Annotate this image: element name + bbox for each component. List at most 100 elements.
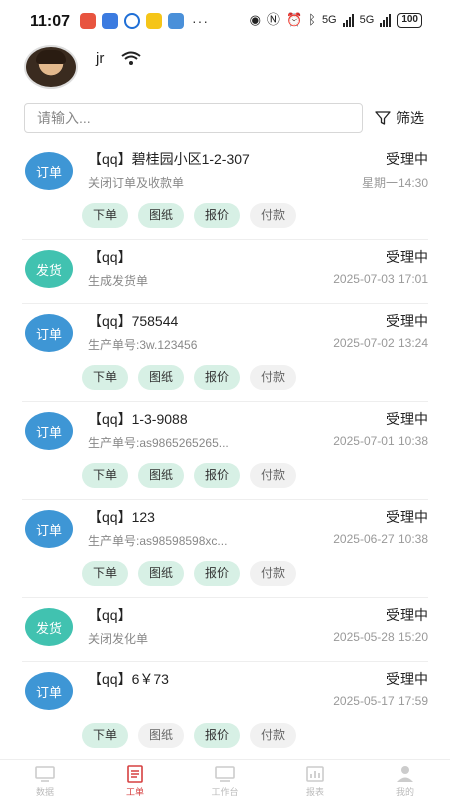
place-order-button[interactable]: 下单	[82, 561, 129, 586]
order-subtitle: 生成发货单	[88, 274, 149, 288]
order-subtitle: 生产单号:as9865265265...	[88, 436, 229, 450]
order-date: 2025-07-01 10:38	[333, 434, 428, 448]
order-item[interactable]: 发货 【qq】 受理中 关闭发化单 2025-05-28 15:20	[22, 598, 428, 662]
monitor-icon	[35, 766, 55, 782]
drawings-button[interactable]: 图纸	[138, 463, 185, 488]
chart-icon	[306, 766, 324, 782]
status-bar: 11:07 ··· ◉ Ⓝ ⏰ ᛒ 5G 5G 100	[0, 0, 450, 40]
place-order-button[interactable]: 下单	[82, 723, 129, 748]
tab-label: 我的	[395, 787, 414, 797]
order-item[interactable]: 订单 【qq】758544 受理中 生产单号:3w.123456 2025-07…	[22, 304, 428, 402]
order-status: 受理中	[386, 249, 428, 265]
bottom-tab-bar: 数据 工单 工作台 报表 我的	[0, 759, 450, 800]
tab-label: 工作台	[211, 787, 239, 797]
payment-button[interactable]: 付款	[250, 561, 297, 586]
status-time: 11:07	[30, 13, 71, 30]
order-type-badge: 订单	[25, 412, 73, 450]
tab-work-orders[interactable]: 工单	[90, 760, 180, 800]
order-item[interactable]: 订单 【qq】碧桂园小区1-2-307 受理中 关闭订单及收款单 星期一14:3…	[22, 142, 428, 240]
order-type-badge: 发货	[25, 250, 73, 288]
message-notification-icon	[102, 13, 118, 29]
network-label-1: 5G	[321, 14, 337, 26]
drawings-button[interactable]: 图纸	[138, 723, 185, 748]
system-icons: ◉ Ⓝ ⏰ ᛒ 5G 5G 100	[250, 12, 422, 28]
order-subtitle: 关闭订单及收款单	[88, 176, 185, 190]
eye-icon: ◉	[249, 12, 261, 27]
avatar[interactable]	[24, 45, 78, 89]
order-title: 【qq】	[88, 249, 132, 265]
order-type-badge: 订单	[25, 314, 73, 352]
place-order-button[interactable]: 下单	[82, 365, 129, 390]
order-actions: 下单 图纸 报价 付款	[82, 365, 297, 390]
order-status: 受理中	[386, 671, 428, 687]
order-title: 【qq】碧桂园小区1-2-307	[88, 151, 250, 167]
payment-button[interactable]: 付款	[250, 365, 297, 390]
order-date: 2025-05-17 17:59	[333, 694, 428, 708]
drawings-button[interactable]: 图纸	[138, 365, 185, 390]
quote-button[interactable]: 报价	[194, 203, 241, 228]
order-item[interactable]: 订单 【qq】6￥73 受理中 2025-05-17 17:59 下单 图纸 报…	[22, 662, 428, 759]
tab-label: 工单	[125, 787, 144, 797]
order-actions: 下单 图纸 报价 付款	[82, 463, 297, 488]
filter-button[interactable]: 筛选	[375, 108, 424, 128]
order-item[interactable]: 订单 【qq】123 受理中 生产单号:as98598598xc... 2025…	[22, 500, 428, 598]
order-title: 【qq】758544	[88, 313, 179, 329]
order-date: 星期一14:30	[361, 176, 428, 190]
order-actions: 下单 图纸 报价 付款	[82, 203, 297, 228]
order-status: 受理中	[386, 607, 428, 623]
filter-icon	[375, 111, 391, 125]
workbench-icon	[215, 766, 235, 782]
order-title: 【qq】6￥73	[88, 671, 169, 687]
order-subtitle: 生产单号:3w.123456	[88, 338, 198, 352]
order-actions: 下单 图纸 报价 付款	[82, 561, 297, 586]
order-date: 2025-07-02 13:24	[333, 336, 428, 350]
app2-notification-icon	[168, 13, 184, 29]
order-date: 2025-07-03 17:01	[333, 272, 428, 286]
drawings-button[interactable]: 图纸	[138, 561, 185, 586]
payment-button[interactable]: 付款	[250, 463, 297, 488]
tab-profile[interactable]: 我的	[360, 760, 450, 800]
payment-button[interactable]: 付款	[250, 723, 297, 748]
filter-label: 筛选	[396, 110, 424, 126]
order-item[interactable]: 发货 【qq】 受理中 生成发货单 2025-07-03 17:01	[22, 240, 428, 304]
order-status: 受理中	[386, 313, 428, 329]
order-status: 受理中	[386, 509, 428, 525]
order-date: 2025-06-27 10:38	[333, 532, 428, 546]
quote-button[interactable]: 报价	[194, 723, 241, 748]
nfc-icon: Ⓝ	[266, 12, 280, 27]
drawings-button[interactable]: 图纸	[138, 203, 185, 228]
username: jr	[96, 50, 105, 67]
tab-label: 数据	[35, 787, 54, 797]
more-notifications: ···	[192, 13, 209, 29]
app-notification-icon	[80, 13, 96, 29]
order-title: 【qq】1-3-9088	[88, 411, 188, 427]
notification-icons: ···	[80, 13, 209, 29]
alarm-icon: ⏰	[285, 12, 303, 27]
quote-button[interactable]: 报价	[194, 463, 241, 488]
order-type-badge: 订单	[25, 152, 73, 190]
order-subtitle: 关闭发化单	[88, 632, 149, 646]
document-icon	[127, 765, 143, 783]
order-type-badge: 订单	[25, 672, 73, 710]
order-title: 【qq】	[88, 607, 132, 623]
search-input[interactable]	[24, 103, 363, 133]
quote-button[interactable]: 报价	[194, 365, 241, 390]
order-status: 受理中	[386, 411, 428, 427]
network-label-2: 5G	[359, 14, 375, 26]
tab-reports[interactable]: 报表	[270, 760, 360, 800]
signal-icon	[342, 13, 354, 27]
order-list[interactable]: 订单 【qq】碧桂园小区1-2-307 受理中 关闭订单及收款单 星期一14:3…	[0, 142, 450, 759]
wifi-icon	[121, 51, 141, 65]
order-date: 2025-05-28 15:20	[333, 630, 428, 644]
tab-workbench[interactable]: 工作台	[180, 760, 270, 800]
person-icon	[397, 766, 413, 782]
browser-notification-icon	[124, 13, 140, 29]
quote-button[interactable]: 报价	[194, 561, 241, 586]
order-item[interactable]: 订单 【qq】1-3-9088 受理中 生产单号:as9865265265...…	[22, 402, 428, 500]
payment-button[interactable]: 付款	[250, 203, 297, 228]
place-order-button[interactable]: 下单	[82, 463, 129, 488]
place-order-button[interactable]: 下单	[82, 203, 129, 228]
tab-data[interactable]: 数据	[0, 760, 90, 800]
bluetooth-icon: ᛒ	[308, 12, 316, 27]
order-actions: 下单 图纸 报价 付款	[82, 723, 297, 748]
